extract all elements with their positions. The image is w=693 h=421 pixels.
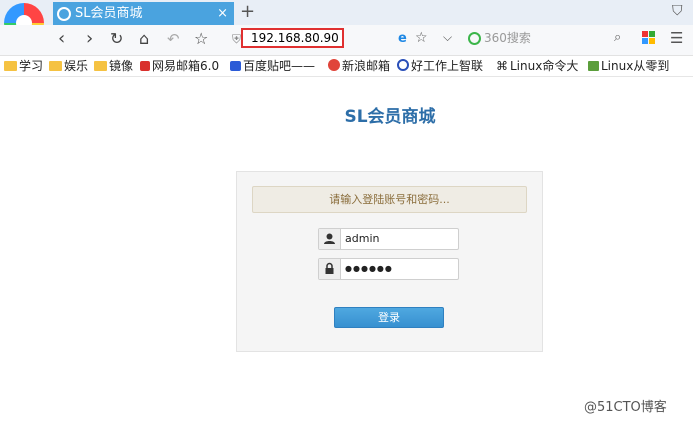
globe-icon — [397, 59, 409, 71]
password-value: ●●●●●● — [345, 264, 393, 273]
user-icon — [319, 229, 341, 249]
login-prompt: 请输入登陆账号和密码... — [252, 186, 527, 213]
undo-close-button[interactable]: ↶ — [167, 28, 180, 50]
tab-close-icon[interactable]: × — [217, 2, 228, 25]
chevron-down-icon[interactable]: ⌵ — [443, 30, 452, 45]
bookmark-item[interactable]: 镜像 — [94, 56, 133, 76]
tab-active[interactable]: SL会员商城 × — [53, 2, 234, 25]
address-bar[interactable]: 192.168.80.90 — [241, 28, 344, 48]
watermark: @51CTO博客 — [584, 400, 667, 415]
linux-icon — [588, 61, 599, 71]
menu-icon[interactable]: ☰ — [670, 29, 683, 47]
command-icon: ⌘ — [496, 59, 508, 73]
username-value: admin — [345, 232, 380, 245]
reload-button[interactable]: ↻ — [110, 28, 123, 50]
search-icon[interactable]: ⌕ — [614, 30, 621, 45]
bookmarks-bar: 学习 娱乐 镜像 网易邮箱6.0 百度贴吧—— 新浪邮箱 好工作上智联 ⌘ Lin… — [0, 56, 693, 77]
page-title: SL会员商城 — [344, 107, 436, 127]
shield-icon[interactable]: ⛨ — [232, 32, 241, 47]
folder-icon — [49, 61, 62, 71]
weibo-icon — [328, 59, 340, 71]
baidu-icon — [230, 61, 241, 71]
bookmark-item[interactable]: 好工作上智联 — [397, 56, 483, 76]
apps-icon[interactable] — [642, 31, 655, 44]
forward-button[interactable]: › — [86, 28, 93, 50]
favorite-button[interactable]: ☆ — [194, 28, 208, 50]
new-tab-button[interactable]: + — [240, 2, 255, 22]
bookmark-item[interactable]: 学习 — [4, 56, 43, 76]
username-field[interactable]: admin — [318, 228, 459, 250]
tab-title: SL会员商城 — [75, 6, 143, 21]
back-button[interactable]: ‹ — [58, 28, 65, 50]
bookmark-star-icon[interactable]: ☆ — [415, 30, 428, 46]
bookmark-item[interactable]: 百度贴吧—— — [230, 56, 315, 76]
folder-icon — [94, 61, 107, 71]
search-input[interactable]: 360搜索 — [462, 28, 637, 48]
skin-icon[interactable]: ⛉ — [672, 3, 683, 19]
bookmark-item[interactable]: 网易邮箱6.0 — [140, 56, 219, 76]
netease-mail-icon — [140, 61, 150, 71]
bookmark-item[interactable]: Linux从零到 — [588, 56, 669, 76]
bookmark-item[interactable]: ⌘ Linux命令大 — [496, 56, 578, 76]
password-field[interactable]: ●●●●●● — [318, 258, 459, 280]
login-button[interactable]: 登录 — [334, 307, 444, 328]
ie-mode-icon[interactable]: e — [398, 31, 407, 46]
lock-icon — [319, 259, 341, 279]
tab-favicon-icon — [57, 7, 71, 21]
folder-icon — [4, 61, 17, 71]
bookmark-item[interactable]: 新浪邮箱 — [328, 56, 390, 76]
home-button[interactable]: ⌂ — [139, 28, 149, 50]
bookmark-item[interactable]: 娱乐 — [49, 56, 88, 76]
